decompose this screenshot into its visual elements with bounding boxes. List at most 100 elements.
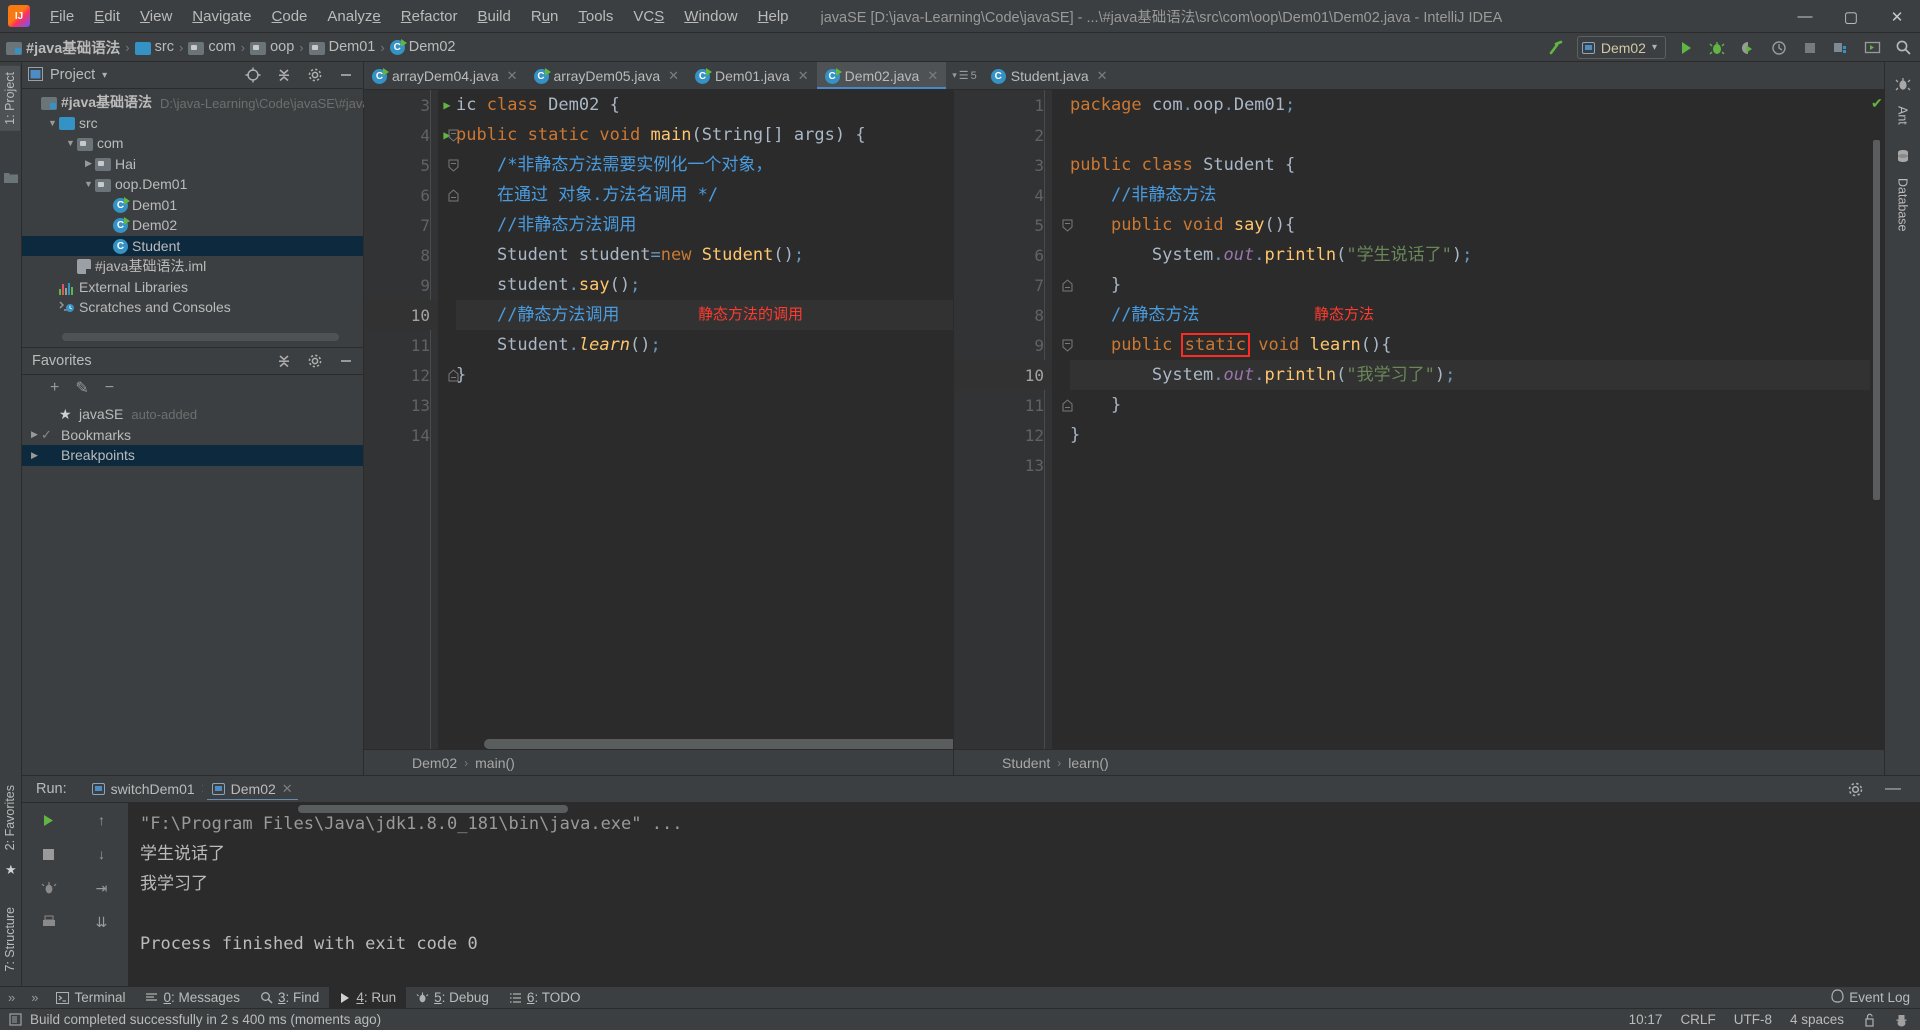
project-tree-item-2[interactable]: ▼ com (22, 133, 363, 154)
project-tree-item-6[interactable]: C Dem02 (22, 215, 363, 236)
project-structure-icon[interactable] (1830, 37, 1852, 59)
bottom-tab-terminal[interactable]: Terminal (46, 987, 135, 1009)
scroll-to-end-icon[interactable]: ⇊ (91, 911, 113, 933)
collapse-all-icon[interactable] (273, 350, 295, 372)
project-tree-item-0[interactable]: #java基础语法 D:\java-Learning\Code\javaSE\#j… (22, 92, 396, 113)
chevron-right-icon[interactable]: ▶ (82, 158, 95, 169)
run-tab-dem02[interactable]: Dem02 ✕ (203, 778, 302, 800)
favorites-tree-item-0[interactable]: ★ javaSE auto-added (22, 404, 363, 425)
editor-tab-dem02-java[interactable]: C Dem02.java ✕ (816, 62, 947, 89)
favorites-remove-button[interactable]: − (105, 379, 114, 397)
run-tab-switchdem01[interactable]: switchDem01✕ (83, 778, 203, 800)
menu-tools[interactable]: Tools (568, 5, 623, 28)
inspection-level-icon[interactable] (1894, 1013, 1908, 1027)
editor-breadcrumb-left[interactable]: Dem02 › main() (364, 749, 953, 775)
sidebar-tab-project[interactable]: 1: Project (0, 66, 20, 131)
project-tree-scrollbar[interactable] (62, 333, 339, 341)
run-tab-list[interactable]: switchDem01✕ Dem02 ✕ (83, 778, 302, 800)
project-tree[interactable]: #java基础语法 D:\java-Learning\Code\javaSE\#j… (22, 89, 396, 318)
run-hide-panel-icon[interactable]: — (1882, 778, 1904, 800)
bottom-tab-todo[interactable]: 6: TODO (499, 987, 591, 1009)
close-tab-icon[interactable]: ✕ (1097, 68, 1108, 84)
menu-window[interactable]: Window (674, 5, 747, 28)
project-tree-item-4[interactable]: ▼ oop.Dem01 (22, 174, 363, 195)
menu-run[interactable]: Run (521, 5, 569, 28)
code-viewport-right[interactable]: 1 2 3 4 5 6 7 8 9 10 11 12 13 package com.oop.Dem01;… (954, 90, 1884, 749)
scrollbar-thumb-right[interactable] (1873, 140, 1880, 500)
editor-right-crumb-0[interactable]: Student (1002, 755, 1050, 771)
run-configuration-selector[interactable]: Dem02 ▾ (1576, 36, 1666, 59)
project-tree-item-7[interactable]: C Student (22, 235, 363, 256)
editor-left-crumb-1[interactable]: main() (475, 755, 515, 771)
project-tree-item-8[interactable]: #java基础语法.iml (22, 256, 363, 277)
hide-panel-icon[interactable] (335, 64, 357, 86)
close-tab-icon[interactable]: ✕ (668, 68, 679, 84)
chevron-right-icon[interactable]: ▶ (28, 450, 41, 461)
lock-icon[interactable] (1862, 1013, 1876, 1027)
run-settings-gear-icon[interactable] (1844, 778, 1866, 800)
minimize-button[interactable]: — (1782, 0, 1828, 33)
menu-code[interactable]: Code (262, 5, 318, 28)
bottom-tab-run[interactable]: 4: Run (329, 986, 407, 1009)
search-icon[interactable] (1892, 37, 1914, 59)
profile-button[interactable] (1768, 37, 1790, 59)
line-number-gutter-right[interactable]: 1 2 3 4 5 6 7 8 9 10 11 12 13 (954, 90, 1073, 749)
menu-vcs[interactable]: VCS (623, 5, 674, 28)
editor-breadcrumb-right[interactable]: Student › learn() (954, 749, 1884, 775)
menu-navigate[interactable]: Navigate (182, 5, 261, 28)
bottom-tab-messages[interactable]: 0: Messages (135, 987, 250, 1009)
bottom-tab-list[interactable]: Terminal 0: Messages 3: Find 4: Run 5: Debug… (46, 986, 591, 1009)
project-tree-item-9[interactable]: External Libraries (22, 277, 363, 298)
rerun-button[interactable] (38, 809, 60, 831)
editor-tab-dem01-java[interactable]: C Dem01.java ✕ (687, 62, 817, 89)
hide-panel-icon[interactable] (335, 350, 357, 372)
marker-strip-right[interactable]: ✔ (1870, 90, 1884, 749)
line-separator[interactable]: CRLF (1680, 1012, 1715, 1027)
menu-file[interactable]: File (40, 5, 84, 28)
build-hammer-icon[interactable] (1546, 37, 1568, 59)
favorites-tree-item-1[interactable]: ▶ ✓ Bookmarks (22, 425, 363, 446)
menu-edit[interactable]: Edit (84, 5, 130, 28)
menu-view[interactable]: View (130, 5, 182, 28)
close-button[interactable]: ✕ (1874, 0, 1920, 33)
code-viewport-left[interactable]: 3 ▶ 4 ▶ 5 6 7 8 9 10 11 12 13 14 ic class Dem02 {publ… (364, 90, 953, 749)
expand-left-tabs-icon[interactable]: » (0, 990, 23, 1005)
stop-button[interactable] (1799, 37, 1821, 59)
down-arrow-icon[interactable]: ↓ (91, 843, 113, 865)
breadcrumb-item-0[interactable]: #java基础语法 (6, 37, 120, 58)
bottom-tab-find[interactable]: 3: Find (250, 987, 329, 1009)
console-horizontal-scrollbar[interactable] (298, 805, 568, 813)
run-button[interactable] (1675, 37, 1697, 59)
breadcrumb-item-3[interactable]: oop (250, 39, 294, 55)
breadcrumb[interactable]: #java基础语法 › src › com › oop › Dem01 › C Dem02 (0, 37, 455, 58)
code-text-right[interactable]: package com.oop.Dem01; public class Stude… (1052, 90, 1870, 749)
bottom-tab-debug[interactable]: 5: Debug (406, 987, 499, 1009)
menu-build[interactable]: Build (467, 5, 520, 28)
rerun-failed-tests-icon[interactable] (38, 877, 60, 899)
print-icon[interactable] (38, 911, 60, 933)
breadcrumb-item-1[interactable]: src (134, 39, 174, 55)
close-tab-icon[interactable]: ✕ (798, 68, 809, 84)
code-text-left[interactable]: ic class Dem02 {public static void main(… (438, 90, 953, 749)
breadcrumb-item-4[interactable]: Dem01 (308, 39, 375, 55)
line-number-gutter-left[interactable]: 3 ▶ 4 ▶ 5 6 7 8 9 10 11 12 13 14 (364, 90, 459, 749)
close-run-tab-icon[interactable]: ✕ (282, 781, 293, 797)
indent-setting[interactable]: 4 spaces (1790, 1012, 1844, 1027)
sidebar-tab-ant[interactable]: Ant (1894, 101, 1912, 130)
sidebar-tab-structure[interactable]: 7: Structure (0, 901, 20, 978)
favorites-edit-button[interactable]: ✎ (75, 378, 88, 398)
favorites-tree-item-2[interactable]: ▶ Breakpoints (22, 445, 363, 466)
editor-right-crumb-1[interactable]: learn() (1068, 755, 1108, 771)
soft-wrap-icon[interactable]: ⇥ (91, 877, 113, 899)
breadcrumb-item-5[interactable]: C Dem02 (389, 39, 455, 55)
stop-button[interactable] (38, 843, 60, 865)
editor-tab-arraydem05-java[interactable]: CarrayDem05.java ✕ (526, 62, 688, 89)
debug-button[interactable] (1706, 37, 1728, 59)
file-encoding[interactable]: UTF-8 (1734, 1012, 1772, 1027)
menu-help[interactable]: Help (748, 5, 799, 28)
run-console-output[interactable]: "F:\Program Files\Java\jdk1.8.0_181\bin\… (128, 803, 1920, 986)
project-tree-item-3[interactable]: ▶ Hai (22, 154, 363, 175)
project-tree-item-10[interactable]: Scratches and Consoles (22, 297, 363, 318)
up-arrow-icon[interactable]: ↑ (91, 809, 113, 831)
locate-target-icon[interactable] (242, 64, 264, 86)
